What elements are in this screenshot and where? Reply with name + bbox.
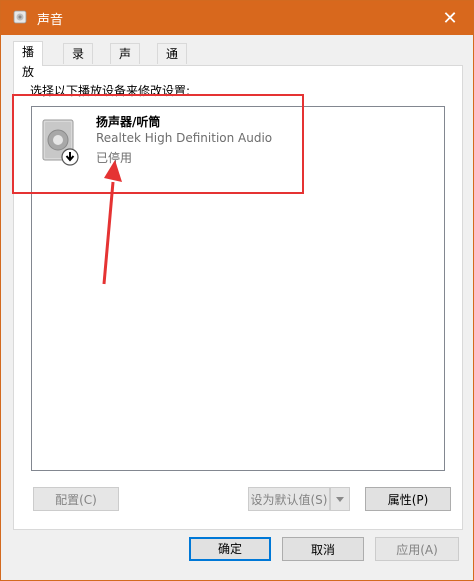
device-item-speakers[interactable]: 扬声器/听筒 Realtek High Definition Audio 已停用 bbox=[38, 113, 298, 173]
device-description: Realtek High Definition Audio bbox=[96, 131, 273, 145]
device-name: 扬声器/听筒 bbox=[96, 115, 161, 129]
chevron-down-icon bbox=[336, 497, 344, 502]
speaker-title-icon bbox=[13, 10, 27, 24]
device-status: 已停用 bbox=[96, 151, 133, 165]
speaker-icon bbox=[42, 119, 79, 166]
ok-button[interactable]: 确定 bbox=[189, 537, 271, 561]
window-title: 声音 bbox=[37, 13, 64, 28]
tab-communications[interactable]: 通信 bbox=[157, 43, 188, 81]
device-list[interactable]: 扬声器/听筒 Realtek High Definition Audio 已停用 bbox=[31, 106, 445, 471]
configure-button[interactable]: 配置(C) bbox=[33, 487, 119, 511]
playback-panel: 选择以下播放设备来修改设置: 扬声器/听筒 Realtek High Defin… bbox=[13, 65, 463, 530]
apply-button[interactable]: 应用(A) bbox=[375, 537, 459, 561]
sound-dialog: 声音 ✕ 播放 录制 声音 通信 选择以下播放设备来修改设置: bbox=[0, 0, 474, 581]
tab-sounds[interactable]: 声音 bbox=[110, 43, 141, 81]
close-button[interactable]: ✕ bbox=[427, 1, 473, 35]
tab-label: 播放 bbox=[22, 45, 35, 79]
close-icon: ✕ bbox=[442, 7, 458, 29]
title-bar[interactable]: 声音 ✕ bbox=[1, 1, 473, 35]
tab-playback[interactable]: 播放 bbox=[13, 41, 44, 79]
properties-button[interactable]: 属性(P) bbox=[365, 487, 451, 511]
set-default-button[interactable]: 设为默认值(S) bbox=[248, 487, 330, 511]
instruction-text: 选择以下播放设备来修改设置: bbox=[30, 84, 191, 98]
set-default-dropdown[interactable] bbox=[330, 487, 350, 511]
tab-recording[interactable]: 录制 bbox=[63, 43, 94, 81]
cancel-button[interactable]: 取消 bbox=[282, 537, 364, 561]
